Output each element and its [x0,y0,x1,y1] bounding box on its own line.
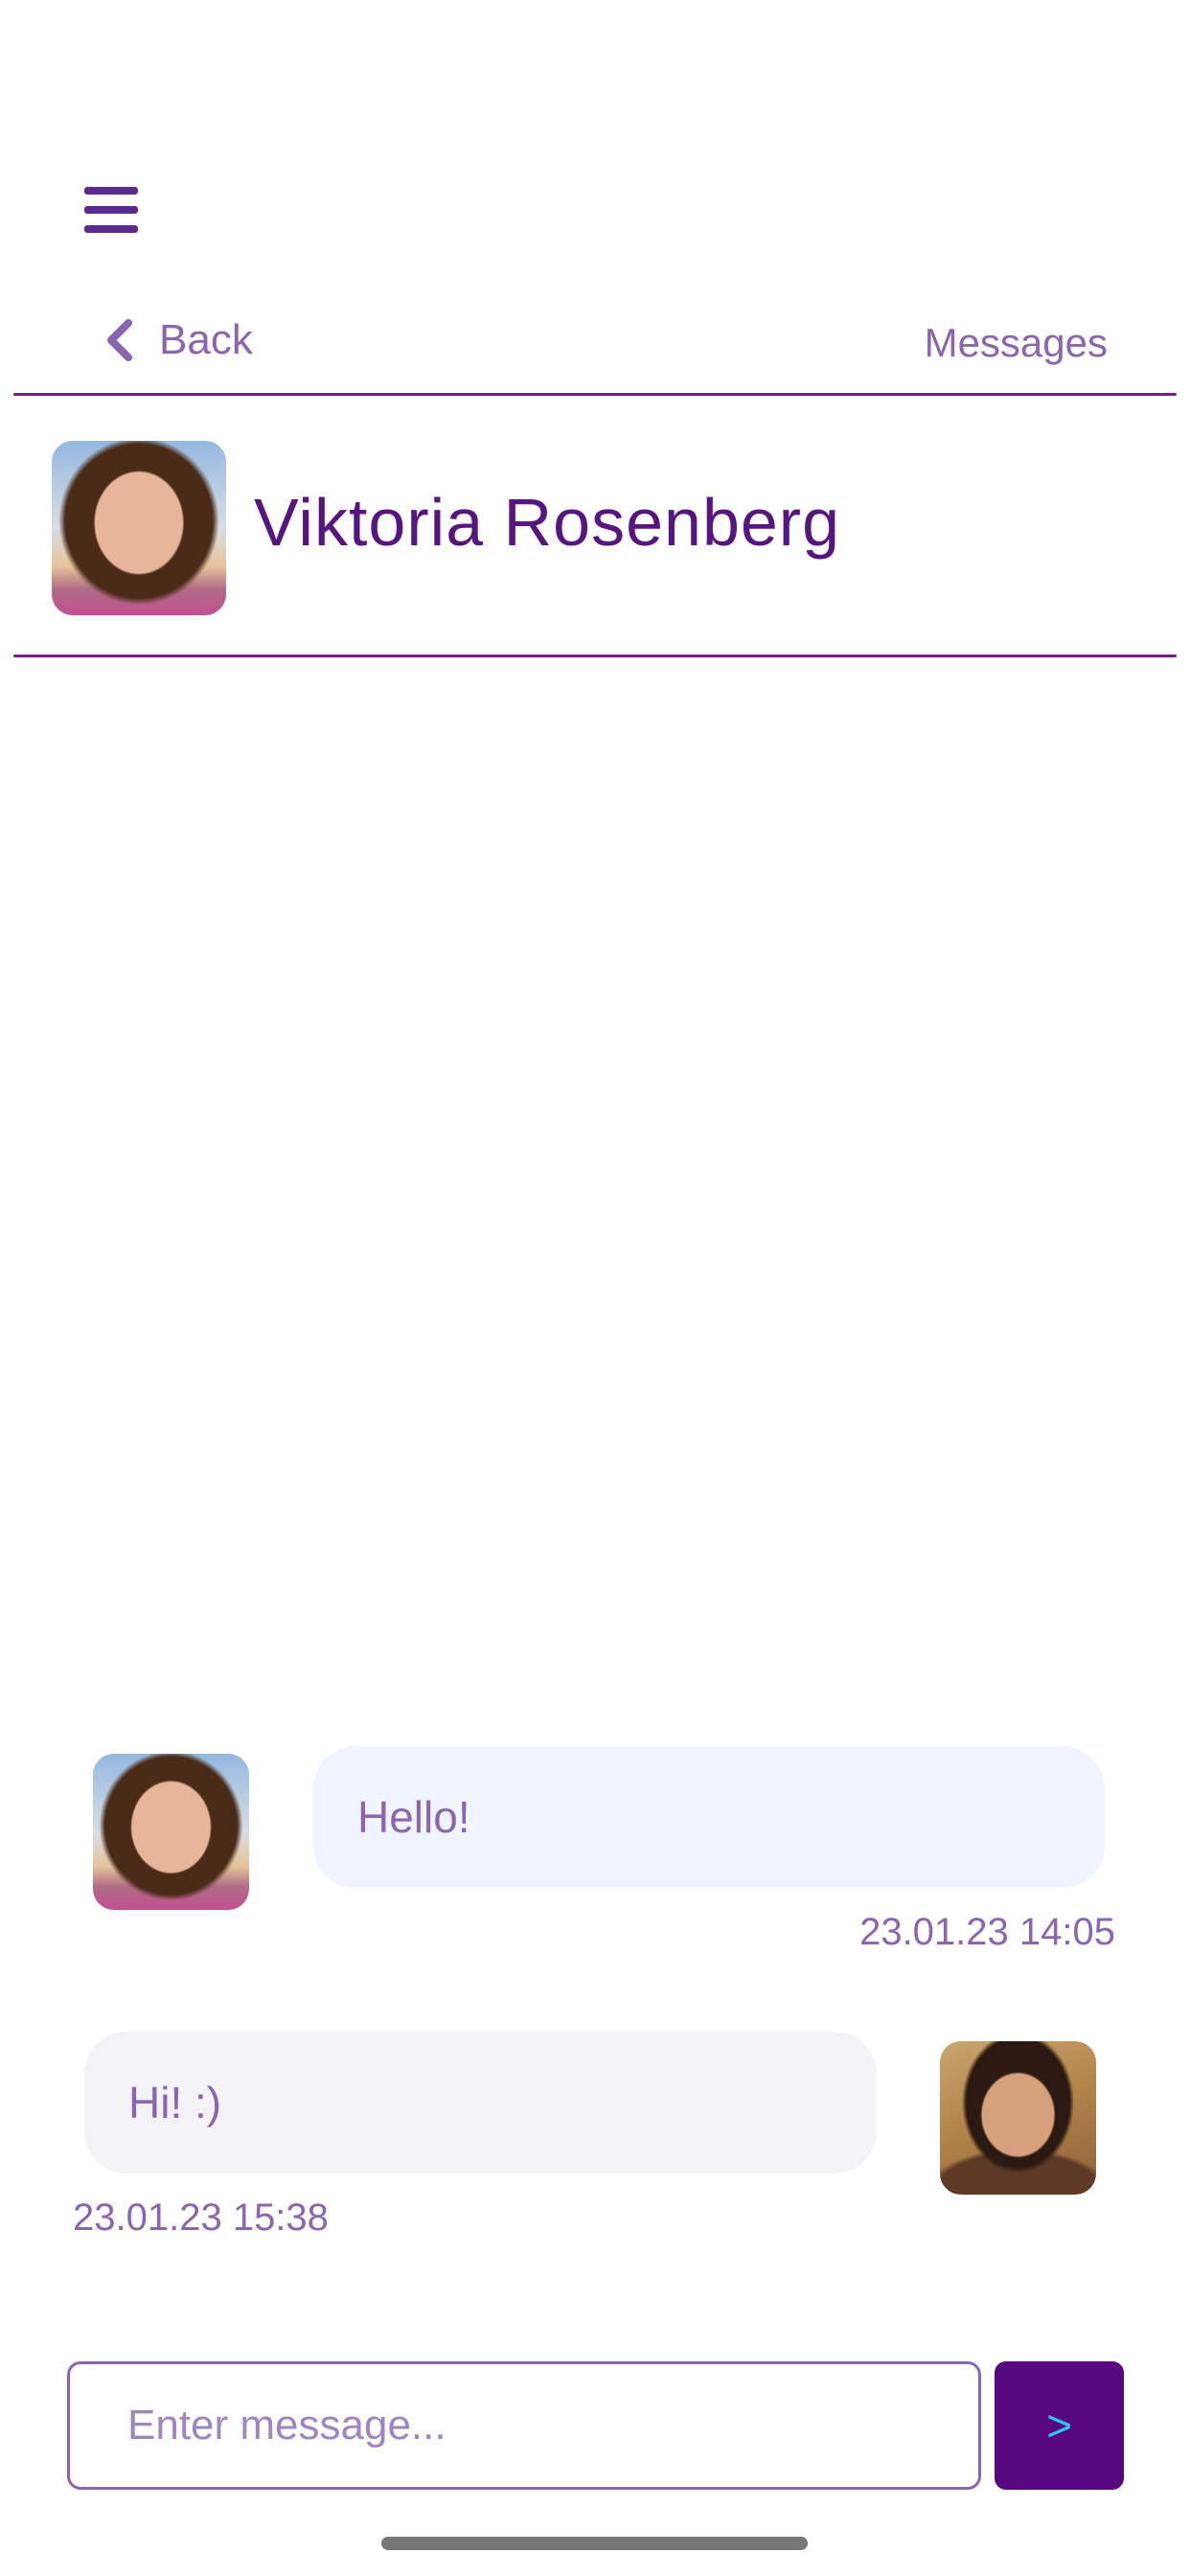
message-bubble-incoming[interactable]: Hello! [313,1746,1105,1888]
hamburger-icon[interactable] [84,187,138,233]
hamburger-bar [84,187,138,195]
contact-avatar[interactable] [52,441,226,615]
contact-name: Viktoria Rosenberg [254,485,841,560]
chevron-left-icon [107,319,132,361]
send-button[interactable]: > [995,2361,1124,2490]
message-text: Hello! [357,1792,470,1842]
messages-link[interactable]: Messages [925,320,1108,366]
back-button[interactable]: Back [103,316,253,364]
message-avatar-contact [93,1754,249,1910]
message-avatar-me [940,2041,1096,2195]
home-indicator[interactable] [381,2537,808,2550]
back-label: Back [159,316,253,363]
hamburger-bar [84,225,138,233]
message-text: Hi! :) [128,2078,222,2128]
message-input[interactable] [67,2361,981,2490]
message-bubble-outgoing[interactable]: Hi! :) [84,2032,877,2174]
hamburger-bar [84,206,138,214]
contact-header: Viktoria Rosenberg [0,396,1190,655]
message-timestamp: 23.01.23 14:05 [859,1911,1115,1953]
message-timestamp: 23.01.23 15:38 [73,2196,329,2239]
header-divider-bottom [13,655,1177,657]
navigation-row: Back Messages [0,307,1190,383]
